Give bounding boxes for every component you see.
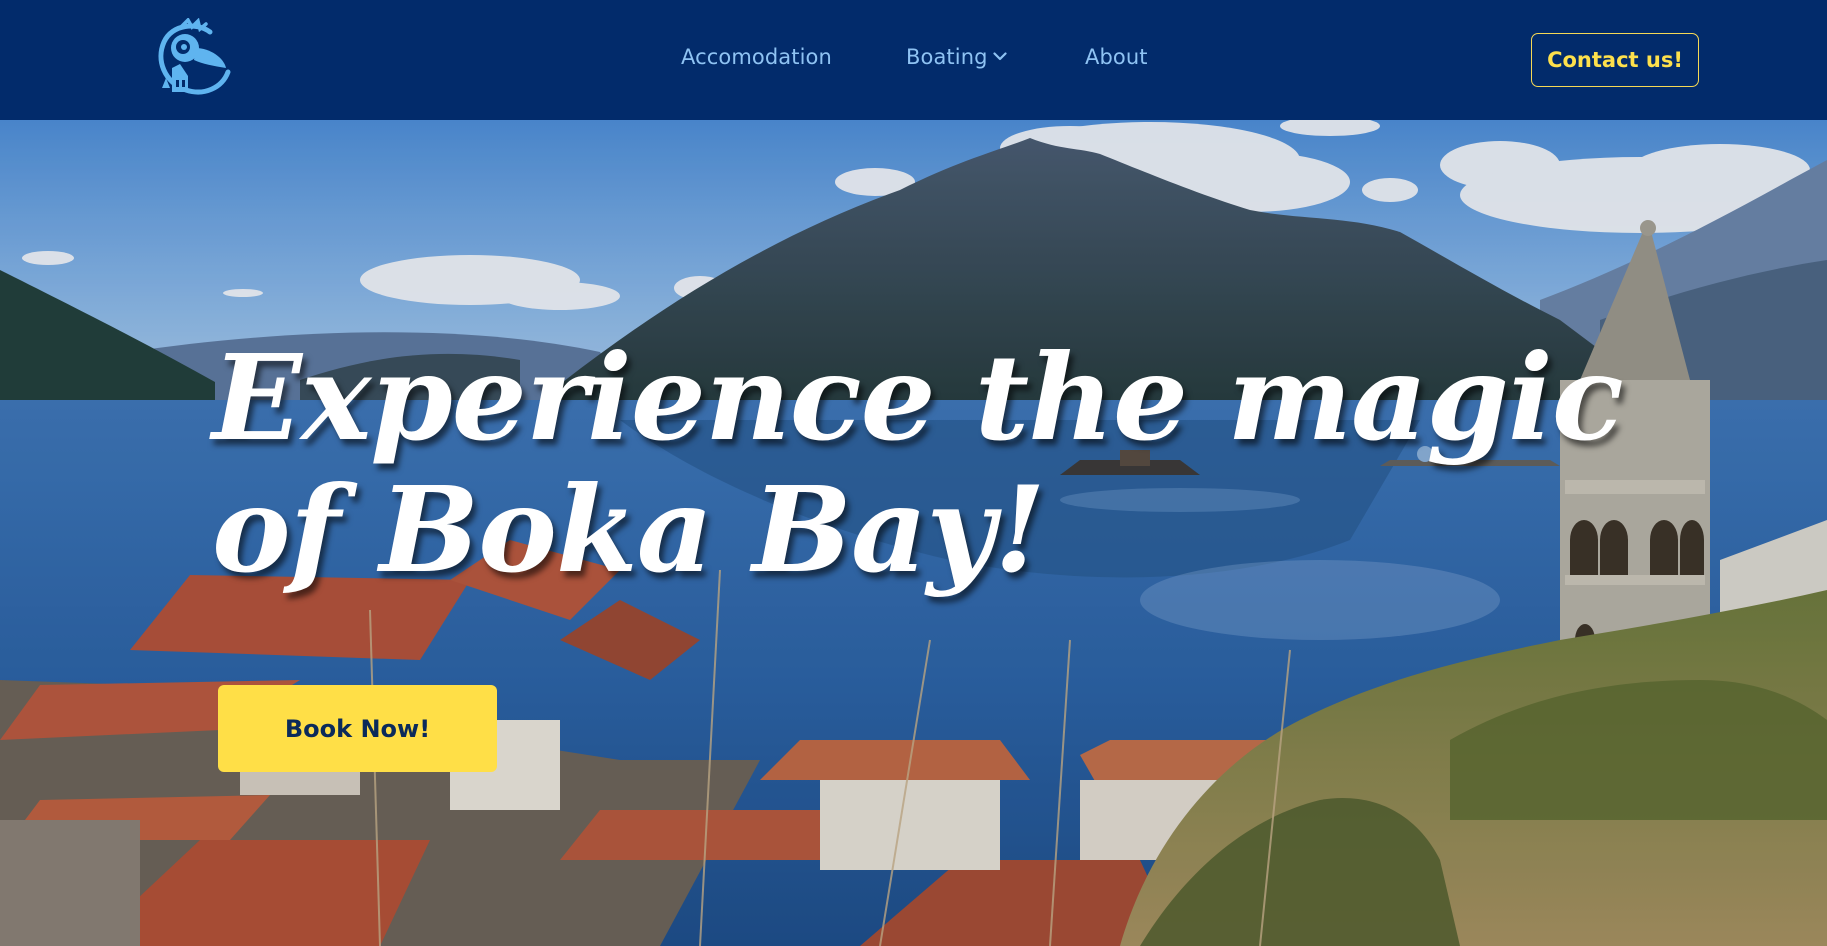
nav-link-boating[interactable]: Boating (906, 45, 1007, 69)
hero-title: Experience the magic of Boka Bay! (212, 328, 1624, 599)
contact-us-button[interactable]: Contact us! (1531, 33, 1699, 87)
chevron-down-icon (992, 52, 1007, 61)
nav-link-boating-label: Boating (906, 45, 988, 69)
book-now-button[interactable]: Book Now! (218, 685, 497, 772)
hero-section: Experience the magic of Boka Bay! Book N… (0, 120, 1827, 946)
navbar: Accomodation Boating About Contact us! (0, 0, 1827, 120)
nav-link-about[interactable]: About (1085, 45, 1148, 69)
nav-link-accomodation[interactable]: Accomodation (681, 45, 832, 69)
